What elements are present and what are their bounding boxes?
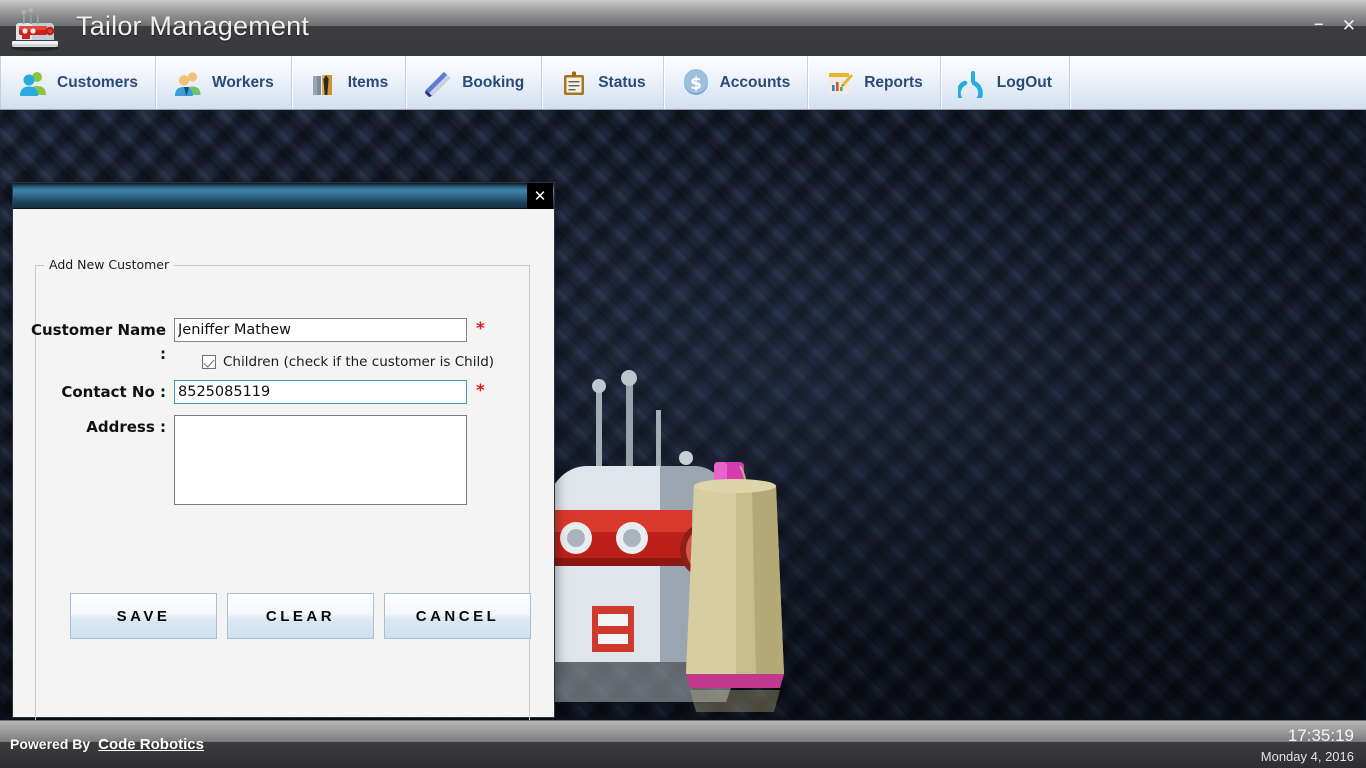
label-contact-no: Contact No : (61, 383, 166, 401)
window-controls: – ✕ (1314, 13, 1356, 36)
customers-people-icon (20, 71, 46, 96)
required-marker-customer-name: * (476, 319, 485, 339)
svg-text:$: $ (690, 74, 702, 94)
field-row-address: Address : (24, 415, 467, 505)
dialog-button-row: SAVE CLEAR CANCEL (70, 593, 531, 639)
clock-time: 17:35:19 (1287, 726, 1354, 745)
cancel-button[interactable]: CANCEL (384, 593, 531, 639)
dollar-accounts-icon: $ (683, 68, 708, 95)
powered-by-label: Powered By (10, 736, 91, 752)
application-window: Tailor Management – ✕ Customers Workers … (0, 0, 1366, 768)
workers-people-icon (174, 71, 201, 96)
minimize-button[interactable]: – (1314, 13, 1324, 33)
required-marker-contact-no: * (476, 381, 485, 401)
clear-button[interactable]: CLEAR (227, 593, 374, 639)
address-textarea[interactable] (174, 415, 467, 505)
close-window-button[interactable]: ✕ (1342, 17, 1356, 35)
menu-item-logout[interactable]: LogOut (941, 56, 1071, 109)
power-logout-icon (957, 70, 983, 98)
menu-label-reports: Reports (864, 73, 923, 91)
brand-link[interactable]: Code Robotics (98, 736, 204, 753)
window-titlebar: Tailor Management – ✕ (0, 0, 1366, 56)
children-checkbox-label: Children (check if the customer is Child… (223, 354, 495, 370)
menu-label-customers: Customers (57, 73, 138, 91)
contact-no-input[interactable] (174, 380, 467, 404)
suit-items-icon (312, 74, 332, 95)
menu-label-workers: Workers (211, 73, 274, 91)
thread-spool-image (686, 462, 784, 712)
menu-item-booking[interactable]: Booking (406, 56, 544, 109)
menu-label-status: Status (598, 73, 646, 91)
book-booking-icon (425, 71, 451, 97)
chart-pencil-reports-icon (829, 72, 854, 94)
groupbox-legend: Add New Customer (44, 257, 175, 272)
dialog-close-icon[interactable]: ✕ (527, 183, 553, 209)
menu-item-status[interactable]: Status (542, 56, 665, 109)
clock-date: Monday 4, 2016 (1260, 749, 1354, 764)
powered-by-block: Powered By Code Robotics (10, 736, 204, 753)
menu-item-items[interactable]: Items (292, 56, 407, 109)
main-menubar: Customers Workers Items Booking Status $… (0, 56, 1366, 110)
add-new-customer-groupbox: Add New Customer Customer Name : * Child… (31, 257, 531, 723)
children-checkbox-row[interactable]: Children (check if the customer is Child… (202, 354, 494, 370)
menu-label-logout: LogOut (996, 73, 1052, 91)
status-footer: Powered By Code Robotics 17:35:19 Monday… (0, 720, 1366, 768)
menu-label-items: Items (347, 73, 389, 91)
menu-item-customers[interactable]: Customers (0, 56, 157, 109)
sewing-machine-icon (11, 7, 59, 51)
field-row-contact-no: Contact No : * (24, 380, 485, 404)
dialog-titlebar: ✕ (13, 183, 554, 209)
label-address: Address : (86, 418, 166, 436)
menu-item-reports[interactable]: Reports (808, 56, 942, 109)
clock-block: 17:35:19 Monday 4, 2016 (1261, 725, 1354, 767)
menu-item-accounts[interactable]: $ Accounts (664, 56, 809, 109)
add-customer-dialog: ✕ Add New Customer Customer Name : * Chi… (12, 182, 555, 723)
window-title: Tailor Management (76, 11, 310, 41)
save-button[interactable]: SAVE (70, 593, 217, 639)
menu-label-accounts: Accounts (719, 73, 791, 91)
label-customer-name: Customer Name : (31, 321, 166, 363)
dialog-body: Add New Customer Customer Name : * Child… (13, 209, 554, 723)
menubar-filler (1070, 56, 1366, 109)
menu-item-workers[interactable]: Workers (156, 56, 293, 109)
clipboard-status-icon (564, 71, 585, 95)
menu-label-booking: Booking (462, 73, 525, 91)
children-checkbox[interactable] (202, 355, 216, 369)
customer-name-input[interactable] (174, 318, 467, 342)
